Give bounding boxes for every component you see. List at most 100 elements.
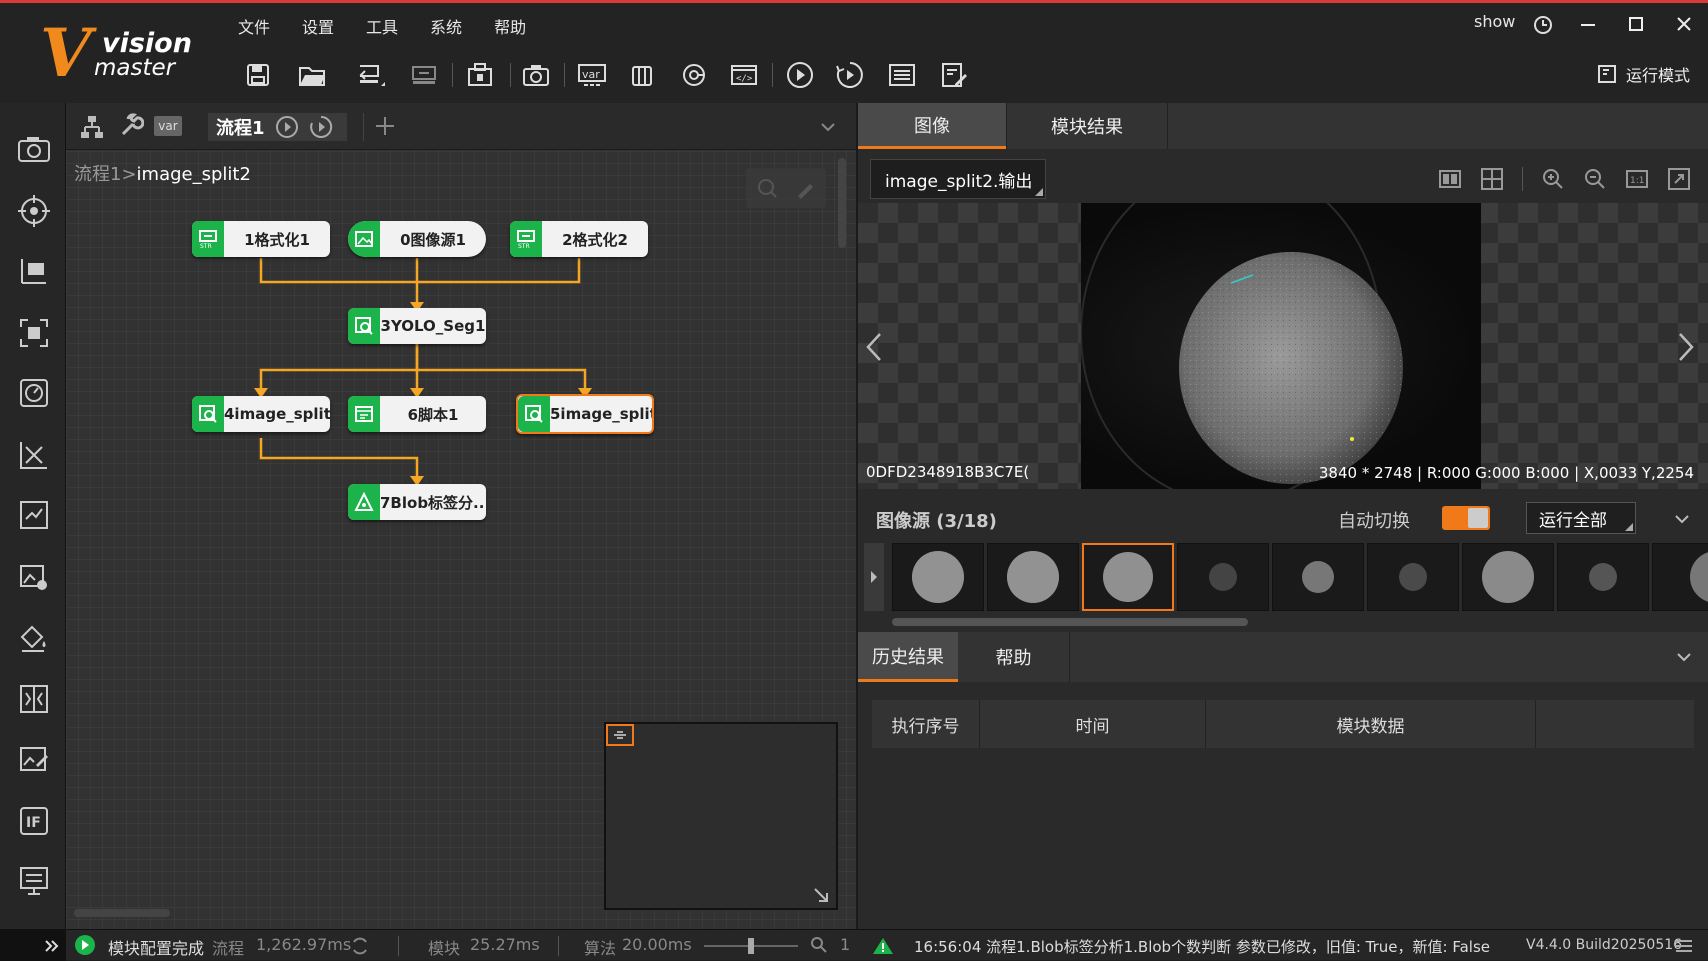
form-icon[interactable] [934, 55, 974, 95]
right-tab-bar: 图像 模块结果 [858, 103, 1708, 149]
maximize-icon[interactable] [1626, 14, 1646, 34]
user-label[interactable]: show [1474, 12, 1515, 40]
column-header-module-data[interactable]: 模块数据 [1206, 700, 1536, 748]
chevron-down-icon[interactable] [1672, 509, 1692, 529]
run-mode-label: 运行模式 [1625, 66, 1690, 85]
thumbnail-strip [890, 543, 1708, 611]
sidebar-communication-icon[interactable] [14, 861, 54, 901]
fit-window-icon[interactable] [1667, 167, 1691, 191]
zoom-out-icon[interactable] [1583, 167, 1607, 191]
column-header-time[interactable]: 时间 [980, 700, 1206, 748]
flow-minimap[interactable] [604, 722, 838, 910]
algo-time-value: 20.00ms [622, 935, 692, 954]
sidebar-color-icon[interactable] [14, 617, 54, 657]
image-output-select[interactable]: image_split2.输出 [870, 159, 1046, 199]
run-all-value: 运行全部 [1539, 510, 1607, 531]
filter-icon[interactable] [352, 937, 370, 955]
warning-icon [872, 936, 894, 956]
run-all-select[interactable]: 运行全部 [1526, 502, 1636, 534]
node-yolo-seg1[interactable]: 3YOLO_Seg1 [348, 308, 486, 344]
svg-text:IF: IF [26, 815, 41, 831]
run-status-icon [74, 934, 96, 956]
sidebar-logic-if-icon[interactable]: IF [14, 801, 54, 841]
grid-view-icon[interactable] [1480, 167, 1504, 191]
zoom-icon[interactable] [810, 936, 828, 954]
zoom-slider[interactable] [704, 938, 798, 954]
pixel-info: 3840 * 2748 | R:000 G:000 B:000 | X,0033… [1318, 464, 1694, 482]
algo-time-label: 算法 [584, 939, 617, 958]
node-image-split2[interactable]: 5image_split2 [516, 394, 654, 434]
thumbnail[interactable] [1462, 543, 1554, 611]
node-blob-analysis[interactable]: 7Blob标签分... [348, 484, 486, 520]
minimize-icon[interactable] [1578, 14, 1598, 34]
version-label: V4.4.0 Build20250516 [1526, 937, 1683, 953]
tab-module-result[interactable]: 模块结果 [1006, 103, 1168, 149]
blob-icon [348, 484, 380, 520]
node-format1[interactable]: STR 1格式化1 [192, 221, 330, 257]
image-id-label: 0DFD2348918B3C7E( [866, 463, 1030, 481]
node-image-split1[interactable]: 4image_split1 [192, 396, 330, 432]
split-view-icon[interactable] [1438, 167, 1462, 191]
prev-image-icon[interactable] [864, 330, 884, 364]
history-tab-bar: 历史结果 帮助 [858, 632, 1708, 682]
actual-size-icon[interactable]: 1:1 [1625, 167, 1649, 191]
sidebar-image-process-icon[interactable] [14, 557, 54, 597]
svg-text:STR: STR [200, 243, 212, 249]
node-format2[interactable]: STR 2格式化2 [510, 221, 648, 257]
zoom-value: 1 [840, 935, 851, 954]
search-icon [192, 396, 224, 432]
search-icon [518, 396, 550, 432]
menu-icon[interactable] [1674, 937, 1694, 955]
run-mode-button[interactable]: 运行模式 [1596, 60, 1690, 88]
column-header-exec-id[interactable]: 执行序号 [872, 700, 980, 748]
clock-icon[interactable] [1532, 14, 1554, 36]
image-icon [348, 221, 380, 257]
node-script1[interactable]: 6脚本1 [348, 396, 486, 432]
zoom-in-icon[interactable] [1541, 167, 1565, 191]
thumbnail-selected[interactable] [1082, 543, 1174, 611]
tab-history-results[interactable]: 历史结果 [858, 632, 958, 682]
image-source-bar: 图像源 (3/18) 自动切换 运行全部 [858, 495, 1708, 541]
status-bar: 模块配置完成 流程 1,262.97ms 模块 25.27ms 算法 20.00… [0, 929, 1708, 961]
sidebar-image-edit-icon[interactable] [14, 739, 54, 779]
thumbnail[interactable] [1177, 543, 1269, 611]
svg-text:1:1: 1:1 [1630, 176, 1644, 186]
flow-time-value: 1,262.97ms [256, 935, 352, 954]
thumb-scroll-left[interactable] [864, 543, 884, 611]
search-icon [348, 308, 380, 344]
tab-image[interactable]: 图像 [858, 103, 1006, 149]
settings-icon[interactable] [882, 55, 922, 95]
module-time-label: 模块 [428, 939, 461, 958]
expand-sidebar-button[interactable] [0, 930, 66, 961]
run-mode-icon [1597, 65, 1616, 83]
image-output-value: image_split2.输出 [885, 171, 1033, 192]
log-message[interactable]: 16:56:04 流程1.Blob标签分析1.Blob个数判断 参数已修改，旧值… [914, 936, 1490, 957]
thumbnail[interactable] [1367, 543, 1459, 611]
chevron-down-icon[interactable] [1674, 647, 1694, 667]
thumbnail[interactable] [1652, 543, 1708, 611]
config-status: 模块配置完成 [108, 939, 205, 958]
resize-arrow-icon[interactable] [812, 886, 830, 904]
history-table-header: 执行序号 时间 模块数据 [872, 700, 1694, 748]
thumbnail[interactable] [1272, 543, 1364, 611]
thumbnail[interactable] [1557, 543, 1649, 611]
tab-help[interactable]: 帮助 [958, 632, 1070, 682]
svg-text:STR: STR [518, 243, 530, 249]
thumbnail[interactable] [987, 543, 1079, 611]
thumbnail-scrollbar[interactable] [892, 618, 1248, 626]
flow-horizontal-scrollbar[interactable] [74, 909, 170, 917]
auto-switch-toggle[interactable] [1442, 506, 1490, 530]
thumbnail[interactable] [892, 543, 984, 611]
format-icon: STR [510, 221, 542, 257]
close-icon[interactable] [1674, 14, 1694, 34]
sidebar-deep-learning-icon[interactable] [14, 679, 54, 719]
inspection-image[interactable] [1081, 203, 1481, 489]
image-source-title: 图像源 (3/18) [876, 511, 997, 532]
module-time-value: 25.27ms [470, 935, 540, 954]
node-image-source1[interactable]: 0图像源1 [348, 221, 486, 257]
next-image-icon[interactable] [1676, 330, 1696, 364]
minimap-viewport[interactable] [606, 724, 634, 746]
format-icon: STR [192, 221, 224, 257]
zoom-slider-thumb[interactable] [748, 938, 754, 954]
flow-time-label: 流程 [212, 939, 245, 958]
